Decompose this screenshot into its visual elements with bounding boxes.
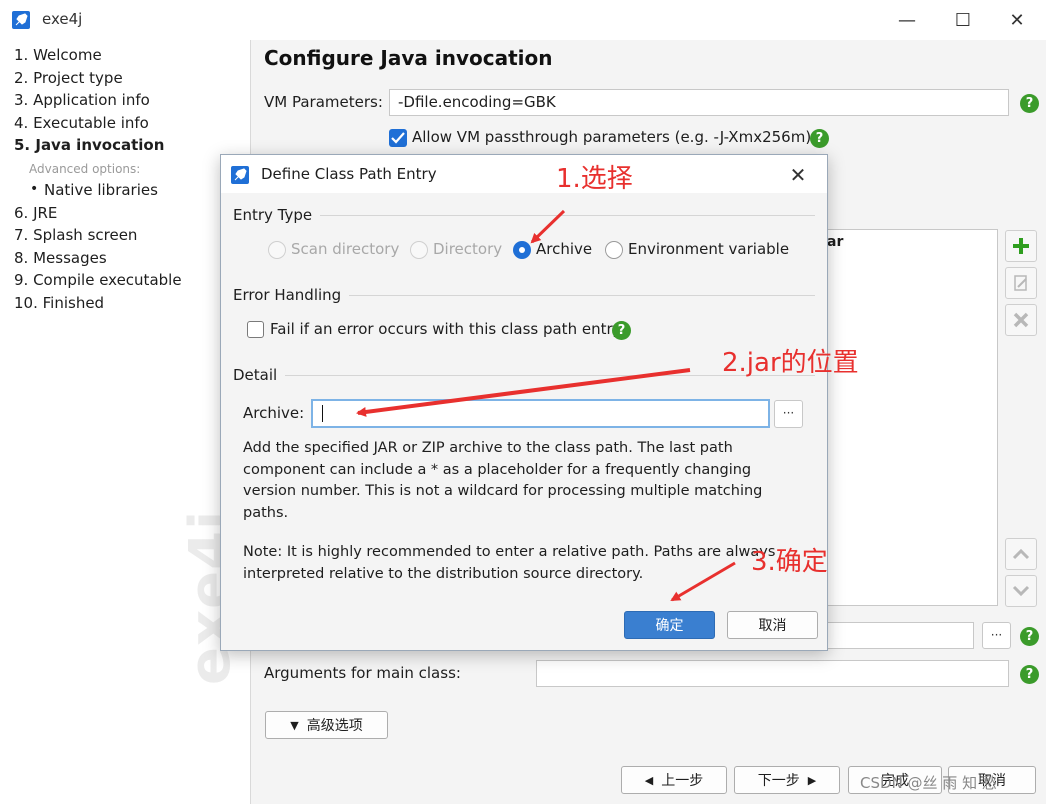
csdn-watermark: CSDN @丝 雨 知 愁 <box>860 774 997 792</box>
radio-scan-directory-label: Scan directory <box>291 240 400 258</box>
vm-parameters-input[interactable]: -Dfile.encoding=GBK <box>389 89 1009 116</box>
entry-type-divider <box>233 215 815 216</box>
archive-description: Add the specified JAR or ZIP archive to … <box>243 440 763 521</box>
allow-passthrough-label: Allow VM passthrough parameters (e.g. -J… <box>412 128 812 146</box>
close-icon: ✕ <box>789 163 807 187</box>
fail-on-error-checkbox[interactable] <box>247 321 264 338</box>
help-icon[interactable]: ? <box>1020 665 1039 684</box>
advanced-options-button[interactable]: ▼ 高级选项 <box>265 711 388 739</box>
next-button-label: 下一步 <box>757 773 800 789</box>
minimize-icon: — <box>898 9 916 31</box>
plus-icon <box>1013 238 1029 254</box>
step-project-type[interactable]: 2. Project type <box>14 69 123 87</box>
chevron-down-icon <box>1012 585 1030 597</box>
classpath-list-item-text: ar <box>827 234 844 250</box>
arguments-label: Arguments for main class: <box>264 664 461 682</box>
arguments-input[interactable] <box>536 660 1009 687</box>
step-jre[interactable]: 6. JRE <box>14 204 57 222</box>
help-icon[interactable]: ? <box>1020 94 1039 113</box>
radio-environment-variable[interactable] <box>605 241 623 259</box>
close-icon: ✕ <box>1009 9 1025 31</box>
archive-path-input[interactable] <box>311 399 770 428</box>
detail-heading: Detail <box>233 366 286 384</box>
move-down-button[interactable] <box>1005 575 1037 607</box>
entry-type-heading: Entry Type <box>233 206 321 224</box>
step-compile-executable[interactable]: 9. Compile executable <box>14 271 182 289</box>
annotation-step2: 2.jar的位置 <box>722 348 859 378</box>
step-executable-info[interactable]: 4. Executable info <box>14 114 149 132</box>
chevron-up-icon <box>1012 548 1030 560</box>
radio-archive-label: Archive <box>536 240 593 258</box>
archive-label: Archive: <box>243 404 305 422</box>
delete-x-icon <box>1013 312 1029 328</box>
triangle-down-icon: ▼ <box>290 718 299 732</box>
maximize-icon: ☐ <box>954 9 972 31</box>
radio-archive[interactable] <box>513 241 531 259</box>
relative-path-note: Note: It is highly recommended to enter … <box>243 544 776 582</box>
step-java-invocation[interactable]: 5. Java invocation <box>14 136 164 154</box>
remove-entry-button[interactable] <box>1005 304 1037 336</box>
cancel-button[interactable]: 取消 <box>727 611 818 639</box>
advanced-options-button-label: 高级选项 <box>306 718 363 734</box>
error-handling-heading: Error Handling <box>233 286 350 304</box>
window-title: exe4j <box>42 10 83 28</box>
step-messages[interactable]: 8. Messages <box>14 249 107 267</box>
radio-directory-label: Directory <box>433 240 503 258</box>
edit-icon <box>1014 275 1027 291</box>
triangle-right-icon: ▶ <box>807 773 817 787</box>
ok-button[interactable]: 确定 <box>624 611 715 639</box>
archive-browse-button[interactable]: ··· <box>774 400 803 428</box>
main-class-input[interactable] <box>820 622 974 649</box>
move-up-button[interactable] <box>1005 538 1037 570</box>
previous-button-label: 上一步 <box>661 773 704 789</box>
text-caret <box>322 405 323 422</box>
page-title: Configure Java invocation <box>264 46 553 70</box>
annotation-step1: 1.选择 <box>556 164 633 194</box>
add-entry-button[interactable] <box>1005 230 1037 262</box>
triangle-left-icon: ◀ <box>644 773 654 787</box>
window-titlebar: exe4j — ☐ ✕ <box>0 0 1046 40</box>
native-libraries-bullet: • <box>30 181 39 197</box>
define-classpath-dialog: Define Class Path Entry ✕ Entry Type Sca… <box>220 154 828 651</box>
help-icon[interactable]: ? <box>810 129 829 148</box>
dialog-titlebar: Define Class Path Entry ✕ <box>221 155 827 193</box>
vm-parameters-label: VM Parameters: <box>264 93 383 111</box>
step-application-info[interactable]: 3. Application info <box>14 91 150 109</box>
close-window-button[interactable]: ✕ <box>994 6 1040 34</box>
maximize-button[interactable]: ☐ <box>940 6 986 34</box>
dialog-rocket-icon <box>231 166 249 184</box>
radio-directory[interactable] <box>410 241 428 259</box>
minimize-button[interactable]: — <box>884 6 930 34</box>
step-splash-screen[interactable]: 7. Splash screen <box>14 226 137 244</box>
dialog-title: Define Class Path Entry <box>261 165 437 183</box>
help-icon[interactable]: ? <box>1020 627 1039 646</box>
wizard-steps-sidebar: 1. Welcome 2. Project type 3. Applicatio… <box>0 40 251 804</box>
dialog-close-button[interactable]: ✕ <box>786 163 810 187</box>
step-welcome[interactable]: 1. Welcome <box>14 46 102 64</box>
advanced-options-label: Advanced options: <box>29 162 141 176</box>
edit-entry-button[interactable] <box>1005 267 1037 299</box>
step-native-libraries[interactable]: Native libraries <box>44 181 158 199</box>
radio-environment-variable-label: Environment variable <box>628 240 790 258</box>
step-finished[interactable]: 10. Finished <box>14 294 104 312</box>
fail-on-error-label: Fail if an error occurs with this class … <box>270 320 622 338</box>
classpath-list[interactable] <box>822 229 998 606</box>
help-icon[interactable]: ? <box>612 321 631 340</box>
main-class-browse-button[interactable]: ··· <box>982 622 1011 649</box>
app-rocket-icon <box>12 11 30 29</box>
previous-button[interactable]: ◀ 上一步 <box>621 766 727 794</box>
annotation-step3: 3.确定 <box>751 547 828 577</box>
allow-passthrough-checkbox[interactable] <box>389 129 407 147</box>
next-button[interactable]: 下一步 ▶ <box>734 766 840 794</box>
radio-scan-directory[interactable] <box>268 241 286 259</box>
